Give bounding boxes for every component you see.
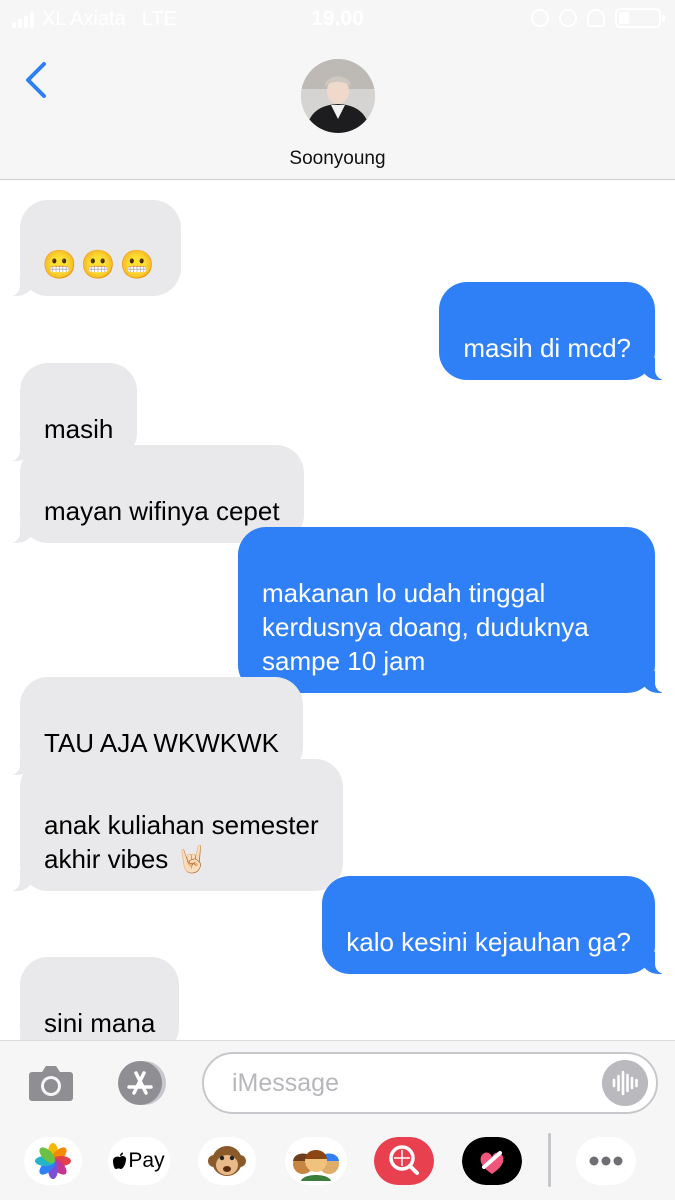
- message-bubble-outgoing[interactable]: makanan lo udah tinggal kerdusnya doang,…: [238, 527, 669, 693]
- message-text: sini mana: [44, 1008, 156, 1038]
- message-composer: iMessage Pay: [0, 1040, 675, 1200]
- digital-touch-icon[interactable]: [462, 1137, 522, 1185]
- message-text: 😬😬😬: [42, 249, 159, 280]
- message-text: TAU AJA WKWKWK: [44, 728, 279, 758]
- camera-icon[interactable]: [28, 1064, 74, 1102]
- conversation-header: Soonyoung: [0, 38, 675, 180]
- message-text: masih di mcd?: [463, 333, 631, 363]
- input-placeholder: iMessage: [232, 1069, 339, 1097]
- headphones-icon: [587, 9, 605, 27]
- contact-name[interactable]: Soonyoung: [0, 148, 675, 170]
- apple-pay-label: Pay: [128, 1149, 165, 1172]
- message-bubble-outgoing[interactable]: masih di mcd?: [439, 282, 669, 380]
- message-bubble-outgoing[interactable]: kalo kesini kejauhan ga?: [322, 876, 669, 974]
- audio-waveform-icon[interactable]: [602, 1060, 648, 1106]
- contact-avatar[interactable]: [301, 59, 375, 133]
- app-store-icon[interactable]: [114, 1059, 170, 1107]
- message-bubble-incoming[interactable]: 😬😬😬: [6, 200, 181, 296]
- message-bubble-incoming[interactable]: anak kuliahan semester akhir vibes 🤘🏻: [6, 759, 343, 891]
- status-bar: XL Axiata LTE 19.00: [0, 0, 675, 38]
- message-text: anak kuliahan semester akhir vibes 🤘🏻: [44, 810, 319, 874]
- status-bar-right: [531, 8, 665, 28]
- drawer-divider: [548, 1133, 551, 1187]
- message-text: mayan wifinya cepet: [44, 496, 280, 526]
- monkey-emoji-icon[interactable]: [198, 1137, 256, 1185]
- app-drawer: Pay: [0, 1133, 675, 1193]
- orientation-lock-icon: [531, 9, 549, 27]
- search-images-icon[interactable]: [374, 1137, 434, 1185]
- avatar-photo: [301, 59, 375, 133]
- photos-icon[interactable]: [24, 1137, 82, 1185]
- memoji-icon[interactable]: [285, 1137, 347, 1185]
- message-text: masih: [44, 414, 114, 444]
- apple-pay-button[interactable]: Pay: [108, 1137, 170, 1185]
- message-text: makanan lo udah tinggal kerdusnya doang,…: [262, 578, 589, 676]
- imessage-input[interactable]: iMessage: [202, 1052, 658, 1114]
- apple-logo-icon: [113, 1152, 127, 1169]
- alarm-icon: [559, 9, 577, 27]
- message-text: kalo kesini kejauhan ga?: [346, 927, 631, 957]
- more-icon[interactable]: [576, 1137, 636, 1185]
- battery-icon: [615, 8, 665, 28]
- back-chevron-icon[interactable]: [22, 60, 52, 100]
